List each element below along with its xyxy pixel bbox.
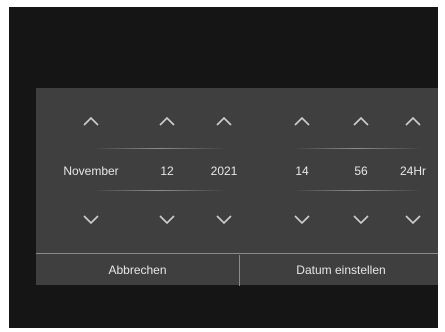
chevron-down-icon [216, 215, 232, 225]
minute-increment-button[interactable] [350, 110, 372, 132]
hour-decrement-button[interactable] [291, 208, 313, 230]
clock-format-value[interactable]: 24Hr [381, 164, 438, 178]
month-value[interactable]: November [59, 164, 123, 178]
dialog-button-bar: Abbrechen Datum einstellen [36, 253, 438, 286]
day-value[interactable]: 12 [135, 164, 199, 178]
set-date-button[interactable]: Datum einstellen [240, 255, 438, 286]
hour-column: 14 [270, 88, 334, 254]
clock-format-column: 24Hr [381, 88, 438, 254]
hour-increment-button[interactable] [291, 110, 313, 132]
clock-format-decrement-button[interactable] [402, 208, 424, 230]
day-increment-button[interactable] [156, 110, 178, 132]
chevron-up-icon [83, 116, 99, 126]
device-screen: November 12 2021 14 56 24Hr Abbrechen Da… [9, 7, 438, 328]
month-column: November [59, 88, 123, 254]
year-increment-button[interactable] [213, 110, 235, 132]
cancel-button[interactable]: Abbrechen [36, 255, 239, 286]
chevron-down-icon [159, 215, 175, 225]
clock-format-increment-button[interactable] [402, 110, 424, 132]
hour-value[interactable]: 14 [270, 164, 334, 178]
month-increment-button[interactable] [80, 110, 102, 132]
chevron-down-icon [83, 215, 99, 225]
date-time-picker-dialog: November 12 2021 14 56 24Hr Abbrechen Da… [36, 88, 438, 286]
chevron-up-icon [216, 116, 232, 126]
year-decrement-button[interactable] [213, 208, 235, 230]
chevron-up-icon [159, 116, 175, 126]
chevron-down-icon [405, 215, 421, 225]
year-column: 2021 [192, 88, 256, 254]
chevron-up-icon [405, 116, 421, 126]
month-decrement-button[interactable] [80, 208, 102, 230]
chevron-up-icon [353, 116, 369, 126]
chevron-up-icon [294, 116, 310, 126]
day-column: 12 [135, 88, 199, 254]
year-value[interactable]: 2021 [192, 164, 256, 178]
chevron-down-icon [353, 215, 369, 225]
minute-decrement-button[interactable] [350, 208, 372, 230]
day-decrement-button[interactable] [156, 208, 178, 230]
chevron-down-icon [294, 215, 310, 225]
